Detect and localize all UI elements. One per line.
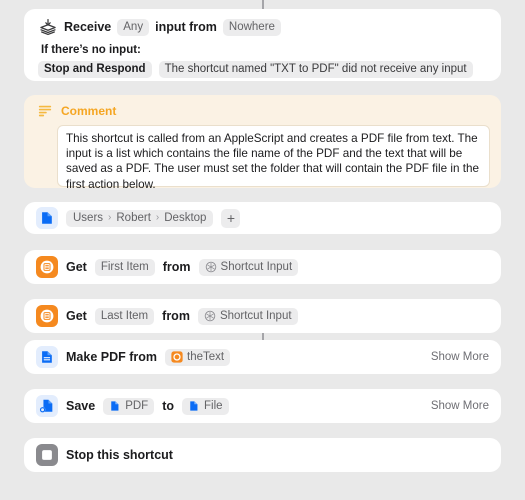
- get-verb-label: Get: [66, 260, 87, 274]
- stop-square-glyph-icon: [42, 450, 52, 460]
- shortcut-input-gear-icon: [204, 310, 216, 321]
- save-show-more-button[interactable]: Show More: [431, 400, 489, 412]
- stop-action-card[interactable]: Stop this shortcut: [24, 438, 501, 472]
- comment-title: Comment: [61, 104, 117, 118]
- save-verb-label: Save: [66, 399, 96, 413]
- document-icon: [36, 207, 58, 229]
- shortcut-input-token[interactable]: Shortcut Input: [198, 258, 299, 276]
- document-glyph-icon: [42, 212, 52, 224]
- shortcut-input-token[interactable]: Shortcut Input: [197, 307, 298, 325]
- receive-header-row: Receive Any input from Nowhere: [38, 9, 487, 42]
- folder-action-row: Users › Robert › Desktop +: [24, 202, 501, 234]
- save-action-card[interactable]: Save PDF to File Show More: [24, 389, 501, 423]
- add-path-button[interactable]: +: [221, 208, 241, 228]
- make-pdf-action-card[interactable]: Make PDF from theText Show More: [24, 340, 501, 374]
- pdf-mini-document-icon: [111, 400, 119, 411]
- save-row: Save PDF to File Show More: [24, 389, 501, 423]
- list-item-icon: [36, 256, 58, 278]
- breadcrumb-separator: ›: [108, 212, 112, 223]
- comment-lines-icon: [38, 105, 52, 117]
- get-first-item-row: Get First Item from Shortcut Input: [24, 250, 501, 284]
- comment-text-field[interactable]: This shortcut is called from an AppleScr…: [57, 125, 490, 191]
- make-pdf-label: Make PDF from: [66, 350, 157, 364]
- comment-action-card[interactable]: Comment This shortcut is called from an …: [24, 95, 501, 191]
- pdf-document-icon: [36, 346, 58, 368]
- save-what-token[interactable]: PDF: [103, 397, 155, 415]
- make-pdf-variable-label: theText: [187, 350, 225, 363]
- save-file-glyph-icon: [39, 399, 53, 413]
- receive-source-token[interactable]: Nowhere: [222, 18, 281, 36]
- tray-arrow-down-icon: [40, 19, 56, 36]
- no-input-message-token[interactable]: The shortcut named "TXT to PDF" did not …: [158, 61, 473, 78]
- make-pdf-show-more-button[interactable]: Show More: [431, 351, 489, 363]
- receive-action-card[interactable]: Receive Any input from Nowhere If there’…: [24, 9, 501, 81]
- get-verb-label: Get: [66, 309, 87, 323]
- breadcrumb-segment-robert: Robert: [116, 211, 151, 224]
- receive-type-token[interactable]: Any: [117, 18, 150, 36]
- get-last-item-action-card[interactable]: Get Last Item from Shortcut Input: [24, 299, 501, 333]
- stop-icon: [36, 444, 58, 466]
- save-where-label: File: [204, 399, 223, 412]
- get-preposition-label: from: [162, 309, 190, 323]
- get-first-item-action-card[interactable]: Get First Item from Shortcut Input: [24, 250, 501, 284]
- comment-header-row: Comment: [35, 104, 490, 118]
- save-file-icon: [36, 395, 58, 417]
- make-pdf-variable-token[interactable]: theText: [165, 348, 231, 366]
- stop-label: Stop this shortcut: [66, 448, 173, 462]
- list-circle-glyph-icon: [40, 309, 54, 323]
- folder-breadcrumb[interactable]: Users › Robert › Desktop: [66, 209, 214, 227]
- folder-action-card[interactable]: Users › Robert › Desktop +: [24, 202, 501, 234]
- save-what-label: PDF: [125, 399, 149, 412]
- save-preposition-label: to: [162, 399, 175, 413]
- no-input-row: Stop and Respond The shortcut named "TXT…: [38, 61, 487, 78]
- breadcrumb-segment-desktop: Desktop: [164, 211, 207, 224]
- receive-input-from-label: input from: [155, 20, 217, 34]
- get-first-item-token[interactable]: First Item: [94, 258, 155, 276]
- get-preposition-label: from: [162, 260, 191, 274]
- list-circle-glyph-icon: [40, 260, 54, 274]
- receive-label: Receive: [64, 20, 112, 34]
- shortcut-editor-canvas: Receive Any input from Nowhere If there’…: [0, 0, 525, 500]
- make-pdf-row: Make PDF from theText Show More: [24, 340, 501, 374]
- pdf-document-glyph-icon: [42, 351, 52, 363]
- file-mini-document-icon: [190, 400, 198, 411]
- variable-orange-icon: [171, 350, 183, 363]
- save-where-token[interactable]: File: [182, 397, 229, 415]
- shortcut-input-token-label: Shortcut Input: [219, 309, 292, 322]
- get-last-item-row: Get Last Item from Shortcut Input: [24, 299, 501, 333]
- list-item-icon: [36, 305, 58, 327]
- stop-row: Stop this shortcut: [24, 438, 501, 472]
- shortcut-input-gear-icon: [205, 261, 216, 272]
- get-last-item-token[interactable]: Last Item: [94, 307, 155, 325]
- breadcrumb-segment-users: Users: [73, 211, 104, 224]
- no-input-label: If there’s no input:: [41, 44, 141, 56]
- no-input-action-token[interactable]: Stop and Respond: [38, 61, 152, 78]
- breadcrumb-separator: ›: [155, 212, 160, 223]
- shortcut-input-token-label: Shortcut Input: [220, 260, 293, 273]
